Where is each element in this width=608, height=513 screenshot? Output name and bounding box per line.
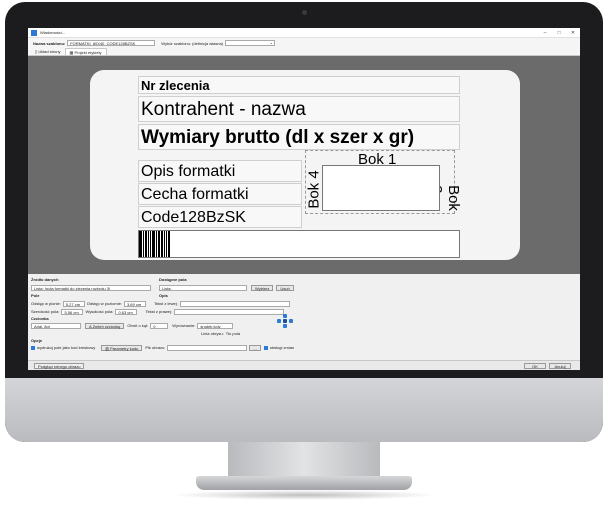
field-height-label: Wysokość pola: xyxy=(85,309,114,314)
available-fields-select[interactable]: Lista: xyxy=(159,284,247,291)
barcode-bar xyxy=(156,231,157,257)
field-description[interactable]: Opis formatki xyxy=(138,160,302,182)
allow-change-checkbox[interactable] xyxy=(263,345,268,350)
close-icon[interactable]: ✕ xyxy=(566,30,580,36)
edge-banding-diagram[interactable]: Bok 1 Bok 4 Bok 2 xyxy=(305,150,462,214)
status-bar: Podgląd rolnego obrazu OK Anuluj xyxy=(28,360,580,370)
text-right-input[interactable] xyxy=(173,308,284,315)
image-path-input[interactable] xyxy=(167,344,248,351)
alignment-label: Wyrównanie: xyxy=(172,323,196,328)
ok-button[interactable]: OK xyxy=(524,362,546,369)
template-form: Nazwa szablonu: FORMATKI_60X40_CODE128BZ… xyxy=(28,38,580,48)
label-preview: Nr zlecenia Kontrahent - nazwa Wymiary b… xyxy=(90,70,520,260)
tab-label: Układ strony xyxy=(38,49,61,54)
title-bar: Wiadomości... – □ ✕ xyxy=(28,28,580,38)
stand-shadow xyxy=(170,490,438,500)
field-properties-panel: Źródło danych Dostępne pola Lista: (pola… xyxy=(28,274,580,360)
panel-outline xyxy=(322,165,440,211)
template-name-label: Nazwa szablonu: xyxy=(33,40,66,46)
font-display: Arial, 8pt xyxy=(31,322,81,329)
side-4-label: Bok 4 xyxy=(305,170,323,209)
barcode-bar xyxy=(150,231,151,257)
allow-change-label: obsługi zmian xyxy=(269,345,295,350)
description-section-label: Opis xyxy=(159,293,168,298)
barcode-bar xyxy=(148,231,149,257)
barcode-bar xyxy=(145,231,147,257)
vertical-offset-label: Odstęp w pionie: xyxy=(31,301,61,306)
alignment-select[interactable]: środek kolv xyxy=(197,322,234,329)
field-width-input[interactable]: 5,56 cm xyxy=(61,308,84,315)
monitor-stand-neck xyxy=(228,442,380,478)
minimize-icon[interactable]: – xyxy=(538,30,552,36)
rotation-input[interactable]: 0 xyxy=(150,322,169,329)
font-section-label: Czcionka xyxy=(31,316,49,321)
barcode-checkbox[interactable] xyxy=(31,345,35,350)
field-section-label: Pole xyxy=(31,293,40,298)
barcode-bar xyxy=(139,231,142,257)
horizontal-offset-label: Odstęp w poziomie: xyxy=(86,301,122,306)
background-label: Tło pola xyxy=(225,331,240,336)
template-source-label: Wybór szablonu: (definicja własna) xyxy=(161,40,224,46)
field-barcode-type[interactable]: Code128BzSK xyxy=(138,206,302,228)
cancel-button[interactable]: Anuluj xyxy=(549,362,571,369)
change-font-button[interactable]: A Zmień czcionkę xyxy=(85,322,125,329)
barcode-bar xyxy=(158,231,160,257)
options-section-label: Opcje xyxy=(31,338,43,343)
horizontal-offset-input[interactable]: 3,69 cm xyxy=(123,300,146,307)
template-name-input[interactable]: FORMATKI_60X40_CODE128BZSK xyxy=(67,40,156,46)
text-right-label: Tekst z prawej: xyxy=(145,309,172,314)
camera-dot xyxy=(302,10,307,15)
barcode-field[interactable] xyxy=(138,230,460,258)
monitor-stand-foot xyxy=(196,476,412,490)
preview-button[interactable]: Podgląd rolnego obrazu xyxy=(34,362,85,369)
barcode-bar xyxy=(161,231,163,257)
border-label: Linia obrysu: xyxy=(201,331,224,336)
data-source-label: Źródło danych xyxy=(31,277,59,282)
rotation-label: Obrót o kąt: xyxy=(127,323,149,328)
vertical-offset-input[interactable]: 5,27 cm xyxy=(62,300,85,307)
monitor-chin xyxy=(5,378,603,442)
change-font-label: Zmień czcionkę xyxy=(92,323,121,329)
text-left-input[interactable] xyxy=(179,300,290,307)
data-source-select[interactable]: Lista: (pola formatki do zlecenia rozkro… xyxy=(31,284,151,291)
barcode-bar xyxy=(164,231,165,257)
field-height-input[interactable]: 0,63 cm xyxy=(115,308,138,315)
field-dimensions[interactable]: Wymiary brutto (dl x szer x gr) xyxy=(138,124,460,150)
browse-button[interactable]: ... xyxy=(249,344,261,351)
barcode-params-button[interactable]: ▥ Parametry kodu xyxy=(101,344,143,351)
app-icon xyxy=(31,29,37,36)
tab-label: Projekt etykiety xyxy=(74,50,102,55)
barcode-bar xyxy=(143,231,144,257)
window-title: Wiadomości... xyxy=(40,30,66,35)
field-contractor-name[interactable]: Kontrahent - nazwa xyxy=(138,96,460,122)
barcode-bar xyxy=(168,231,170,257)
window-controls: – □ ✕ xyxy=(538,30,580,36)
barcode-bar xyxy=(166,231,167,257)
remove-button[interactable]: Usuń xyxy=(276,284,294,291)
barcode-bar xyxy=(152,231,155,257)
choose-button[interactable]: Wybierz xyxy=(251,284,274,291)
available-fields-label: Dostępne pola xyxy=(159,277,187,282)
field-feature[interactable]: Cecha formatki xyxy=(138,183,302,205)
tab-bar: ▯ Układ strony ▦ Projekt etykiety xyxy=(28,48,580,56)
template-source-select[interactable]: ⌄ xyxy=(225,40,276,46)
app-window: Wiadomości... – □ ✕ Nazwa szablonu: FORM… xyxy=(28,28,580,370)
field-width-label: Szerokość pola: xyxy=(31,309,60,314)
barcode-checkbox-label: wydrukuj pole jako kod kreskowy xyxy=(37,345,96,350)
tab-label-design[interactable]: ▦ Projekt etykiety xyxy=(64,48,107,55)
field-order-number[interactable]: Nr zlecenia xyxy=(138,76,460,94)
label-design-canvas: Nr zlecenia Kontrahent - nazwa Wymiary b… xyxy=(28,56,580,274)
barcode-params-label: Parametry kodu xyxy=(110,345,139,351)
maximize-icon[interactable]: □ xyxy=(552,30,566,36)
image-label: Pik obrazu: xyxy=(145,345,166,350)
tab-page-layout[interactable]: ▯ Układ strony xyxy=(31,48,65,55)
text-left-label: Tekst z lewej: xyxy=(153,301,178,306)
alignment-grid[interactable] xyxy=(277,314,293,328)
